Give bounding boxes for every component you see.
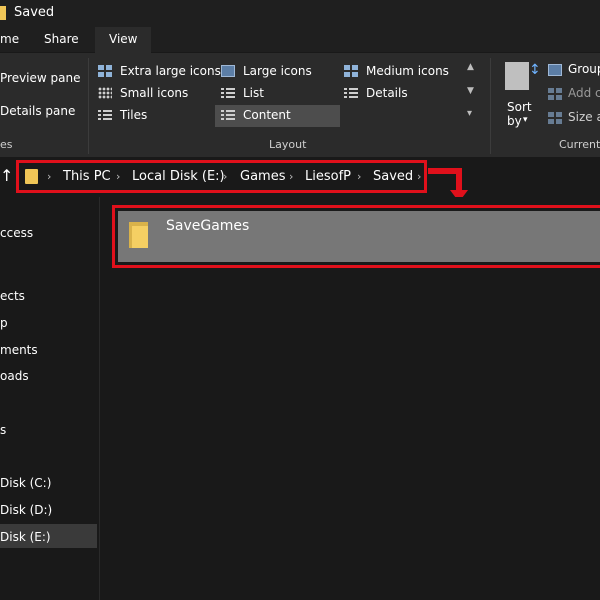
nav-item-videos[interactable]: s <box>0 423 6 437</box>
nav-item-desktop[interactable]: p <box>0 316 8 330</box>
nav-item-quick-access[interactable]: ccess <box>0 226 33 240</box>
tab-home[interactable]: me <box>0 32 19 46</box>
layout-details[interactable]: Details <box>366 86 408 100</box>
current-view-section-label: Current <box>559 138 600 151</box>
details-icon <box>344 87 358 99</box>
ribbon-separator <box>490 58 491 154</box>
tab-share[interactable]: Share <box>44 32 79 46</box>
sort-by-label[interactable]: Sort <box>507 100 532 114</box>
details-pane-button[interactable]: Details pane <box>0 104 75 118</box>
layout-extra-large-icons[interactable]: Extra large icons <box>120 64 221 78</box>
ribbon-tab-row <box>0 26 600 52</box>
group-by-button[interactable]: Group <box>568 62 600 76</box>
title-bar <box>0 0 600 26</box>
large-icons-icon <box>221 65 235 77</box>
add-columns-button[interactable]: Add c <box>568 86 600 100</box>
layout-list[interactable]: List <box>243 86 264 100</box>
layout-large-icons[interactable]: Large icons <box>243 64 312 78</box>
content-icon <box>221 109 235 121</box>
layout-more-icon[interactable]: ▾ <box>467 108 472 119</box>
small-icons-icon <box>98 87 112 99</box>
address-highlight-box <box>16 160 427 193</box>
extra-large-icons-icon <box>98 65 112 77</box>
nav-item-disk-d[interactable]: Disk (D:) <box>0 503 52 517</box>
tab-view[interactable]: View <box>109 32 137 46</box>
layout-scroll-down-icon[interactable]: ▼ <box>467 86 474 96</box>
layout-tiles[interactable]: Tiles <box>120 108 147 122</box>
panes-section-label: es <box>0 138 13 151</box>
preview-pane-button[interactable]: Preview pane <box>0 71 80 85</box>
add-columns-icon <box>548 88 562 100</box>
layout-medium-icons[interactable]: Medium icons <box>366 64 449 78</box>
layout-section-label: Layout <box>269 138 307 151</box>
sort-dropdown-icon: ▾ <box>523 115 528 125</box>
group-by-icon <box>548 64 562 76</box>
sort-by-label-2[interactable]: by <box>507 114 522 128</box>
nav-item-downloads[interactable]: oads <box>0 369 29 383</box>
layout-scroll-up-icon[interactable]: ▲ <box>467 62 474 72</box>
folder-icon <box>0 6 6 20</box>
up-arrow-icon[interactable]: ↑ <box>0 166 13 185</box>
ribbon-separator <box>88 58 89 154</box>
list-icon <box>221 87 235 99</box>
item-highlight-box <box>112 205 600 268</box>
size-columns-button[interactable]: Size a <box>568 110 600 124</box>
size-columns-icon <box>548 112 562 124</box>
layout-content[interactable]: Content <box>243 108 291 122</box>
nav-item-documents[interactable]: ments <box>0 343 38 357</box>
annotation-arrow <box>456 168 462 190</box>
layout-small-icons[interactable]: Small icons <box>120 86 188 100</box>
medium-icons-icon <box>344 65 358 77</box>
sort-by-icon <box>505 62 529 90</box>
nav-item-disk-c[interactable]: Disk (C:) <box>0 476 51 490</box>
sort-arrow-icon: ↕ <box>529 62 541 78</box>
tiles-icon <box>98 109 112 121</box>
nav-item-objects[interactable]: ects <box>0 289 25 303</box>
nav-item-disk-e[interactable]: Disk (E:) <box>0 530 51 544</box>
window-title: Saved <box>14 5 55 20</box>
